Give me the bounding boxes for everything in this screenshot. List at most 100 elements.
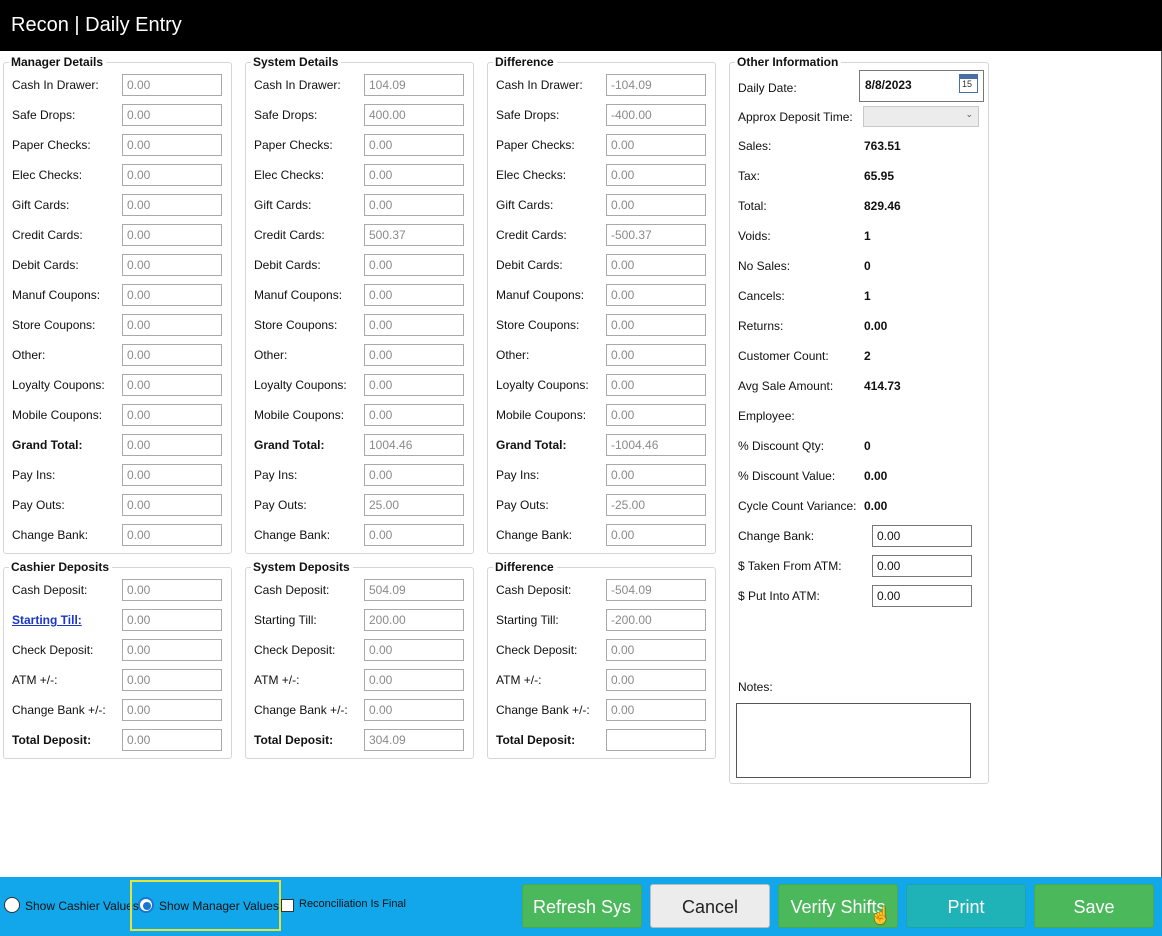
print-button[interactable]: Print [906, 884, 1026, 928]
stat-row: % Discount Value: 0.00 [730, 465, 988, 487]
field-value[interactable] [606, 284, 706, 306]
field-value[interactable] [122, 164, 222, 186]
field-value[interactable] [122, 374, 222, 396]
field-value[interactable] [364, 74, 464, 96]
field-value[interactable] [606, 314, 706, 336]
field-value[interactable] [364, 609, 464, 631]
field-value[interactable] [364, 254, 464, 276]
save-button[interactable]: Save [1034, 884, 1154, 928]
field-label: Total Deposit: [12, 733, 92, 747]
field-value[interactable] [606, 639, 706, 661]
field-row: Paper Checks: [488, 134, 715, 156]
field-value[interactable] [364, 699, 464, 721]
field-label: Loyalty Coupons: [12, 378, 105, 392]
field-value[interactable] [364, 374, 464, 396]
field-value[interactable] [364, 579, 464, 601]
reconciliation-final-option[interactable]: Reconciliation Is Final [281, 898, 421, 914]
field-value[interactable] [364, 104, 464, 126]
calendar-icon[interactable]: 15 [959, 74, 978, 93]
field-label[interactable]: Starting Till: [12, 613, 82, 627]
field-value[interactable] [606, 494, 706, 516]
field-value[interactable] [606, 434, 706, 456]
field-value[interactable] [606, 609, 706, 631]
field-value[interactable] [122, 729, 222, 751]
refresh-sys-button[interactable]: Refresh Sys [522, 884, 642, 928]
field-value[interactable] [606, 134, 706, 156]
daily-date-picker[interactable]: 8/8/2023 15 [859, 70, 984, 102]
field-value[interactable] [364, 314, 464, 336]
field-value[interactable] [122, 224, 222, 246]
field-value[interactable] [364, 344, 464, 366]
field-value[interactable] [364, 639, 464, 661]
field-value[interactable] [364, 524, 464, 546]
field-value[interactable] [122, 254, 222, 276]
field-value[interactable] [122, 404, 222, 426]
field-value[interactable] [122, 194, 222, 216]
show-manager-values-option[interactable]: Show Manager Values [138, 897, 279, 915]
other-input-field[interactable] [872, 585, 972, 607]
field-value[interactable] [606, 404, 706, 426]
field-value[interactable] [606, 524, 706, 546]
field-value[interactable] [122, 344, 222, 366]
show-cashier-radio[interactable] [4, 897, 20, 913]
show-cashier-values-option[interactable]: Show Cashier Values [4, 897, 139, 915]
field-value[interactable] [122, 494, 222, 516]
field-value[interactable] [122, 464, 222, 486]
field-value[interactable] [606, 669, 706, 691]
field-value[interactable] [364, 669, 464, 691]
show-manager-radio[interactable] [138, 897, 154, 913]
notes-textarea[interactable] [736, 703, 971, 778]
field-value[interactable] [364, 284, 464, 306]
field-value[interactable] [364, 404, 464, 426]
field-value[interactable] [122, 104, 222, 126]
field-value[interactable] [364, 464, 464, 486]
field-value[interactable] [606, 224, 706, 246]
field-row: Total Deposit: [4, 729, 231, 751]
field-value[interactable] [122, 434, 222, 456]
field-value[interactable] [122, 314, 222, 336]
field-value[interactable] [606, 344, 706, 366]
field-value[interactable] [364, 134, 464, 156]
field-row: Change Bank: [246, 524, 473, 546]
field-value[interactable] [122, 524, 222, 546]
field-value[interactable] [606, 74, 706, 96]
field-value[interactable] [606, 254, 706, 276]
reconciliation-final-checkbox[interactable] [281, 899, 294, 912]
difference-group: Difference Cash In Drawer: Safe Drops: Pap… [487, 56, 716, 554]
stat-value: 414.73 [864, 379, 901, 393]
verify-shifts-button[interactable]: Verify Shifts ☝ [778, 884, 898, 928]
field-value[interactable] [606, 579, 706, 601]
other-input-field[interactable] [872, 555, 972, 577]
field-value[interactable] [122, 639, 222, 661]
field-value[interactable] [364, 194, 464, 216]
field-value[interactable] [364, 224, 464, 246]
field-value[interactable] [122, 284, 222, 306]
stat-row: Customer Count: 2 [730, 345, 988, 367]
field-value[interactable] [122, 134, 222, 156]
field-value[interactable] [606, 194, 706, 216]
field-value[interactable] [606, 164, 706, 186]
field-row: Gift Cards: [488, 194, 715, 216]
cancel-button[interactable]: Cancel [650, 884, 770, 928]
field-value[interactable] [606, 104, 706, 126]
field-value[interactable] [606, 699, 706, 721]
system-deposits-group: System Deposits Cash Deposit: Starting Ti… [245, 561, 474, 759]
field-row: Gift Cards: [4, 194, 231, 216]
field-value[interactable] [122, 699, 222, 721]
field-row: Total Deposit: [246, 729, 473, 751]
field-value[interactable] [606, 374, 706, 396]
deposit-time-select[interactable]: ⌄ [863, 106, 979, 127]
field-value[interactable] [122, 579, 222, 601]
field-value[interactable] [606, 464, 706, 486]
field-label: Pay Outs: [12, 498, 65, 512]
field-value[interactable] [122, 74, 222, 96]
field-value[interactable] [364, 729, 464, 751]
field-value[interactable] [364, 434, 464, 456]
field-value[interactable] [364, 494, 464, 516]
other-input-field[interactable] [872, 525, 972, 547]
field-value[interactable] [122, 609, 222, 631]
field-value[interactable] [364, 164, 464, 186]
field-value[interactable] [606, 729, 706, 751]
cashier-deposits-title: Cashier Deposits [9, 561, 113, 574]
field-value[interactable] [122, 669, 222, 691]
